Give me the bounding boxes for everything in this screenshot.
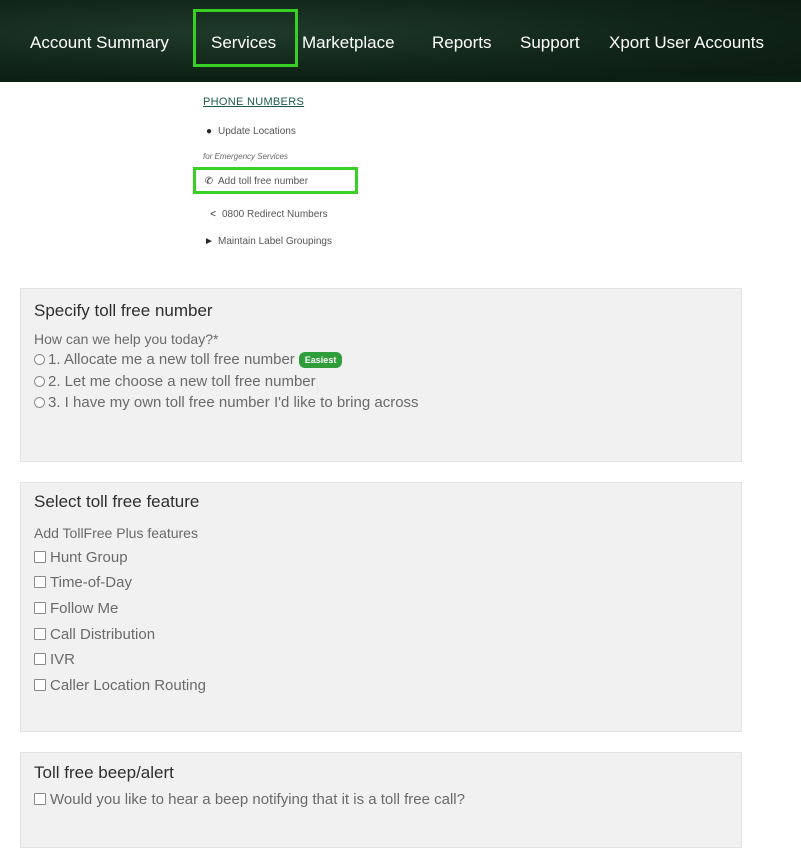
- nav-item-support[interactable]: Support: [520, 33, 580, 53]
- submenu-item-label: Maintain Label Groupings: [218, 236, 332, 247]
- checkbox[interactable]: [34, 602, 46, 615]
- radio-option-allocate-new[interactable]: 1. Allocate me a new toll free number Eas…: [34, 351, 343, 369]
- checkbox-option-caller-location-routing[interactable]: Caller Location Routing: [34, 677, 206, 694]
- checkbox[interactable]: [34, 628, 46, 641]
- checkbox-option-time-of-day[interactable]: Time-of-Day: [34, 574, 132, 591]
- option-label: Would you like to hear a beep notifying …: [50, 791, 465, 808]
- toll-free-beep-alert-panel: Toll free beep/alert Would you like to h…: [20, 752, 742, 848]
- services-submenu: PHONE NUMBERS ● Update Locations for Emer…: [193, 88, 493, 258]
- submenu-item-update-locations[interactable]: ● Update Locations: [203, 126, 296, 137]
- option-label: Caller Location Routing: [50, 677, 206, 694]
- nav-item-reports[interactable]: Reports: [432, 33, 492, 53]
- checkbox[interactable]: [34, 551, 46, 564]
- option-label: Follow Me: [50, 600, 119, 617]
- checkbox[interactable]: [34, 679, 46, 692]
- panel-title: Toll free beep/alert: [34, 763, 174, 782]
- checkbox[interactable]: [34, 653, 46, 666]
- nav-bottom-strip: [0, 76, 801, 82]
- panel-title: Select toll free feature: [34, 492, 200, 511]
- option-label: 3. I have my own toll free number I'd li…: [48, 394, 419, 411]
- option-label: 2. Let me choose a new toll free number: [48, 373, 316, 390]
- checkbox[interactable]: [34, 793, 46, 806]
- tag-icon: ►: [204, 236, 214, 247]
- option-label: IVR: [50, 651, 76, 668]
- easiest-badge: Easiest: [298, 352, 343, 369]
- submenu-item-add-toll-free-number[interactable]: ✆ Add toll free number: [203, 176, 308, 187]
- services-highlight-box: [193, 9, 298, 67]
- nav-item-marketplace[interactable]: Marketplace: [302, 33, 395, 53]
- submenu-heading-phone-numbers[interactable]: PHONE NUMBERS: [203, 96, 304, 108]
- submenu-item-label: Update Locations: [218, 126, 296, 137]
- nav-item-xport-user-accounts[interactable]: Xport User Accounts: [609, 33, 764, 53]
- radio-button[interactable]: [34, 353, 45, 365]
- top-navigation-bar: Account Summary Services Marketplace Rep…: [0, 0, 801, 82]
- radio-button[interactable]: [34, 375, 45, 387]
- select-toll-free-feature-panel: Select toll free feature Add TollFree Pl…: [20, 482, 742, 732]
- checkbox-option-call-distribution[interactable]: Call Distribution: [34, 626, 155, 643]
- submenu-note: for Emergency Services: [203, 152, 288, 161]
- share-icon: <: [210, 209, 216, 220]
- nav-item-account-summary[interactable]: Account Summary: [30, 33, 169, 53]
- option-label: Time-of-Day: [50, 574, 132, 591]
- panel-subtitle: Add TollFree Plus features: [34, 525, 198, 541]
- specify-toll-free-number-panel: Specify toll free number How can we help…: [20, 288, 742, 462]
- checkbox-option-ivr[interactable]: IVR: [34, 651, 75, 668]
- radio-option-choose-new[interactable]: 2. Let me choose a new toll free number: [34, 373, 316, 390]
- checkbox-option-follow-me[interactable]: Follow Me: [34, 600, 118, 617]
- submenu-item-label: 0800 Redirect Numbers: [222, 209, 328, 220]
- submenu-item-label: Add toll free number: [218, 176, 309, 187]
- submenu-item-maintain-label-groupings[interactable]: ► Maintain Label Groupings: [203, 236, 332, 247]
- radio-option-bring-own[interactable]: 3. I have my own toll free number I'd li…: [34, 394, 419, 411]
- submenu-item-0800-redirect-numbers[interactable]: <0800 Redirect Numbers: [207, 209, 328, 220]
- option-label: Hunt Group: [50, 549, 128, 566]
- checkbox[interactable]: [34, 576, 46, 589]
- checkbox-option-beep-alert[interactable]: Would you like to hear a beep notifying …: [34, 791, 465, 808]
- checkbox-option-hunt-group[interactable]: Hunt Group: [34, 549, 128, 566]
- radio-button[interactable]: [34, 396, 45, 408]
- panel-question: How can we help you today?*: [34, 331, 219, 347]
- panel-title: Specify toll free number: [34, 301, 213, 320]
- option-label: 1. Allocate me a new toll free number: [48, 351, 295, 368]
- phone-icon: ✆: [204, 176, 214, 187]
- option-label: Call Distribution: [50, 626, 156, 643]
- map-marker-icon: ●: [205, 126, 213, 137]
